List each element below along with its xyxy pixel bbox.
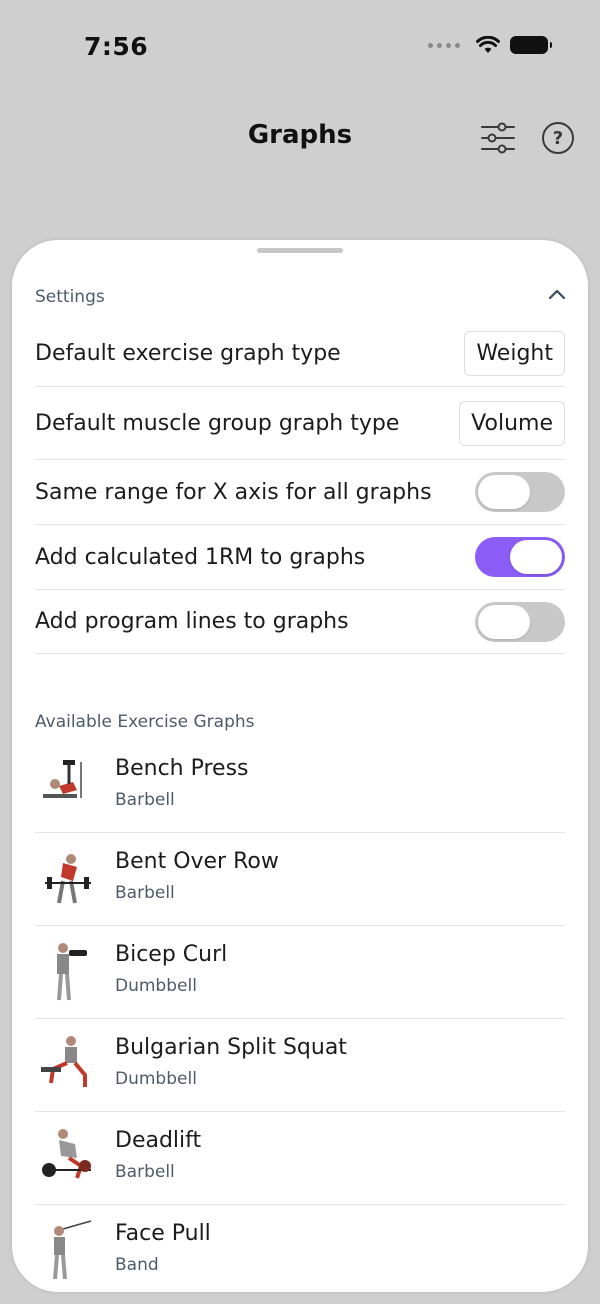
exercise-name: Face Pull (115, 1221, 211, 1246)
default-exercise-graph-row: Default exercise graph type Weight (35, 320, 565, 387)
calc-1rm-toggle[interactable] (475, 537, 565, 577)
exercise-equipment: Dumbbell (115, 1069, 197, 1089)
exercise-equipment: Band (115, 1255, 159, 1275)
bench-press-icon (43, 760, 82, 798)
default-muscle-graph-label: Default muscle group graph type (35, 410, 400, 436)
exercise-row-bent-over-row[interactable]: Bent Over Row Barbell (35, 833, 565, 926)
exercise-row-bench-press[interactable]: Bench Press Barbell (35, 740, 565, 833)
toggle-knob (478, 475, 530, 509)
exercise-name: Deadlift (115, 1128, 202, 1153)
exercise-name: Bicep Curl (115, 942, 228, 967)
bicep-curl-icon (57, 943, 87, 1001)
exercise-name: Bulgarian Split Squat (115, 1035, 347, 1060)
default-exercise-graph-select[interactable]: Weight (464, 330, 565, 376)
calc-1rm-label: Add calculated 1RM to graphs (35, 544, 366, 570)
wifi-icon (476, 36, 500, 53)
default-muscle-graph-row: Default muscle group graph type Volume (35, 387, 565, 460)
sheet-grabber[interactable] (257, 248, 343, 253)
program-lines-row: Add program lines to graphs (35, 590, 565, 654)
chevron-up-icon[interactable] (548, 288, 566, 300)
calc-1rm-row: Add calculated 1RM to graphs (35, 525, 565, 590)
question-circle-icon: ? (542, 122, 574, 154)
exercise-row-face-pull[interactable]: Face Pull Band (35, 1205, 565, 1292)
exercise-equipment: Barbell (115, 883, 175, 903)
exercises-section-title: Available Exercise Graphs (35, 712, 255, 732)
exercise-equipment: Dumbbell (115, 976, 197, 996)
exercise-row-deadlift[interactable]: Deadlift Barbell (35, 1112, 565, 1205)
settings-section-title: Settings (35, 287, 105, 307)
program-lines-label: Add program lines to graphs (35, 609, 349, 634)
split-squat-icon (41, 1036, 87, 1087)
battery-icon (510, 36, 552, 54)
exercise-name: Bench Press (115, 756, 249, 781)
status-time: 7:56 (84, 32, 149, 61)
same-range-row: Same range for X axis for all graphs (35, 460, 565, 525)
same-range-label: Same range for X axis for all graphs (35, 479, 432, 505)
help-button[interactable]: ? (538, 118, 578, 158)
face-pull-icon (53, 1220, 92, 1280)
exercise-row-bulgarian-split-squat[interactable]: Bulgarian Split Squat Dumbbell (35, 1019, 565, 1112)
filter-button[interactable] (478, 118, 518, 158)
deadlift-icon (42, 1129, 91, 1179)
bent-over-row-icon (45, 854, 91, 904)
default-exercise-graph-label: Default exercise graph type (35, 340, 341, 366)
exercise-equipment: Barbell (115, 790, 175, 810)
settings-sheet: Settings Default exercise graph type Wei… (12, 240, 588, 1292)
toggle-knob (478, 604, 530, 639)
signal-icon (428, 42, 460, 48)
exercise-equipment: Barbell (115, 1162, 175, 1182)
program-lines-toggle[interactable] (475, 601, 565, 642)
exercise-name: Bent Over Row (115, 849, 279, 874)
exercise-row-bicep-curl[interactable]: Bicep Curl Dumbbell (35, 926, 565, 1019)
status-bar: 7:56 (0, 0, 600, 90)
toggle-knob (510, 540, 562, 574)
default-muscle-graph-select[interactable]: Volume (459, 400, 565, 446)
status-icons (428, 36, 552, 54)
sliders-icon (481, 122, 515, 154)
same-range-toggle[interactable] (475, 472, 565, 512)
